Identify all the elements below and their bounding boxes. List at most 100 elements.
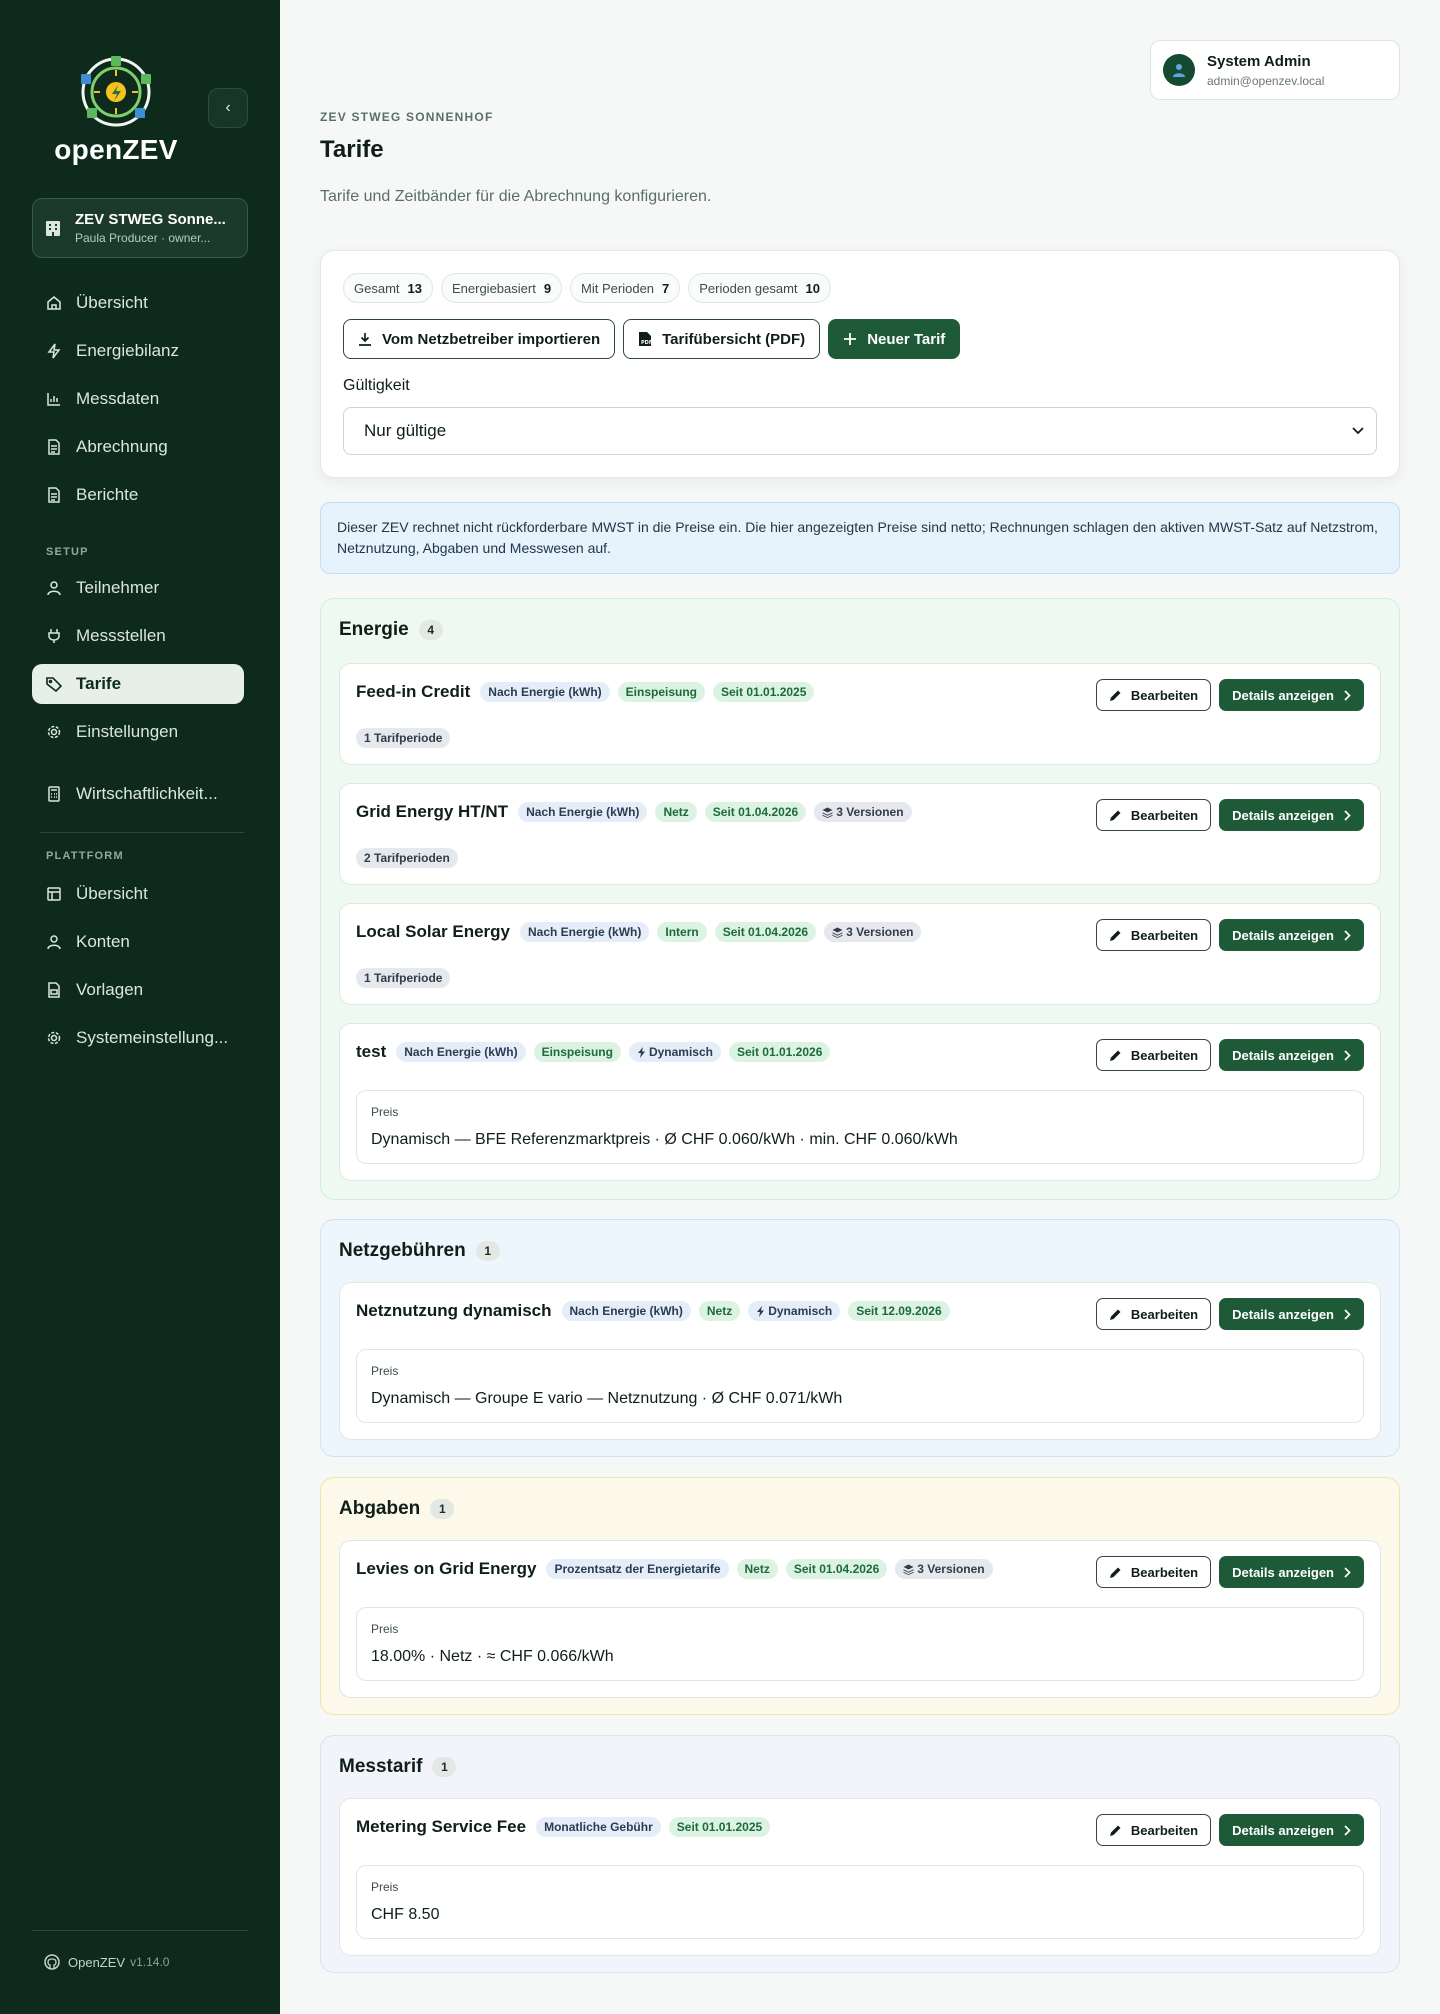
nav-item-tarife[interactable]: Tarife bbox=[32, 664, 244, 704]
layers-icon bbox=[822, 807, 833, 818]
valid-from-chip: Seit 01.04.2026 bbox=[714, 922, 817, 942]
group-header: Abgaben 1 bbox=[339, 1498, 455, 1520]
price-value: 18.00% · Netz · ≈ CHF 0.066/kWh bbox=[371, 1648, 614, 1665]
details-button[interactable]: Details anzeigen bbox=[1219, 799, 1364, 831]
new-tariff-button[interactable]: Neuer Tarif bbox=[828, 319, 961, 359]
zev-name: ZEV STWEG Sonne... bbox=[75, 211, 226, 228]
edit-button[interactable]: Bearbeiten bbox=[1095, 1298, 1212, 1330]
tariff-card: Metering Service Fee Monatliche Gebühr S… bbox=[339, 1798, 1381, 1956]
billing-type-chip: Nach Energie (kWh) bbox=[561, 1301, 691, 1321]
nav-item-energiebilanz[interactable]: Energiebilanz bbox=[32, 331, 244, 371]
nav-item-messdaten[interactable]: Messdaten bbox=[32, 379, 244, 419]
category-chip: Netz bbox=[655, 802, 697, 822]
nav-item-konten[interactable]: Konten bbox=[32, 922, 244, 962]
group-title: Netzgebühren bbox=[339, 1240, 466, 1261]
details-button[interactable]: Details anzeigen bbox=[1219, 1556, 1364, 1588]
edit-button[interactable]: Bearbeiten bbox=[1095, 679, 1212, 711]
nav-item-uebersicht[interactable]: Übersicht bbox=[32, 283, 244, 323]
nav-divider bbox=[40, 832, 244, 833]
details-button[interactable]: Details anzeigen bbox=[1219, 1298, 1364, 1330]
bolt-icon bbox=[47, 343, 61, 359]
validity-select[interactable]: Nur gültige bbox=[343, 407, 1377, 455]
chevron-right-icon bbox=[1344, 1824, 1351, 1836]
stat-total: Gesamt 13 bbox=[343, 273, 433, 303]
logo[interactable]: openZEV bbox=[52, 52, 180, 166]
logo-text: openZEV bbox=[54, 134, 178, 165]
calculator-icon bbox=[48, 786, 60, 802]
nav-item-teilnehmer[interactable]: Teilnehmer bbox=[32, 568, 244, 608]
nav-item-plattform-uebersicht[interactable]: Übersicht bbox=[32, 874, 244, 914]
edit-button[interactable]: Bearbeiten bbox=[1095, 1556, 1212, 1588]
avatar bbox=[1163, 54, 1195, 86]
stat-energy-based: Energiebasiert 9 bbox=[440, 273, 563, 303]
zev-user: Paula Producer · owner... bbox=[75, 231, 211, 245]
price-box: Preis Dynamisch — BFE Referenzmarktpreis… bbox=[356, 1090, 1364, 1164]
zev-switcher[interactable]: ZEV STWEG Sonne... Paula Producer · owne… bbox=[32, 198, 248, 258]
tariff-name: Grid Energy HT/NT bbox=[356, 802, 509, 821]
nav-item-einstellungen[interactable]: Einstellungen bbox=[32, 712, 244, 752]
details-button[interactable]: Details anzeigen bbox=[1219, 679, 1364, 711]
nav-item-systemeinstellungen[interactable]: Systemeinstellung... bbox=[32, 1018, 244, 1058]
dynamic-chip: Dynamisch bbox=[748, 1301, 841, 1321]
group-count: 4 bbox=[418, 620, 443, 640]
pdf-button[interactable]: PDF Tarifübersicht (PDF) bbox=[623, 319, 821, 359]
edit-button[interactable]: Bearbeiten bbox=[1095, 1814, 1212, 1846]
user-name: System Admin bbox=[1207, 52, 1311, 70]
tariff-name: Levies on Grid Energy bbox=[356, 1559, 537, 1578]
group-title: Messtarif bbox=[339, 1756, 423, 1777]
page-subtitle: Tarife und Zeitbänder für die Abrechnung… bbox=[320, 188, 712, 205]
versions-chip: 3 Versionen bbox=[814, 802, 912, 822]
nav-item-vorlagen[interactable]: Vorlagen bbox=[32, 970, 244, 1010]
nav-item-wirtschaftlichkeit[interactable]: Wirtschaftlichkeit... bbox=[32, 774, 244, 814]
stats-row: Gesamt 13 Energiebasiert 9 Mit Perioden 7 P… bbox=[343, 273, 832, 303]
valid-from-chip: Seit 12.09.2026 bbox=[848, 1301, 950, 1321]
filter-card: Gesamt 13 Energiebasiert 9 Mit Perioden 7 P… bbox=[320, 250, 1400, 478]
collapse-sidebar-button[interactable]: ‹ bbox=[208, 88, 248, 128]
bolt-icon bbox=[637, 1046, 645, 1058]
chevron-right-icon bbox=[1344, 1566, 1351, 1578]
period-count-chip: 1 Tarifperiode bbox=[356, 968, 451, 988]
bar-chart-icon bbox=[47, 393, 60, 406]
valid-from-chip: Seit 01.01.2025 bbox=[668, 1817, 771, 1837]
nav-item-berichte[interactable]: Berichte bbox=[32, 475, 244, 515]
tariff-name: test bbox=[356, 1042, 387, 1061]
nav-platform: Übersicht Konten Vorlagen Systemeinstell… bbox=[32, 874, 244, 1066]
document-icon bbox=[48, 487, 60, 503]
price-value: Dynamisch — Groupe E vario — Netznutzung… bbox=[371, 1390, 843, 1407]
group-count: 1 bbox=[432, 1757, 457, 1777]
nav-section-setup: SETUP bbox=[46, 546, 89, 558]
versions-chip: 3 Versionen bbox=[824, 922, 922, 942]
edit-button[interactable]: Bearbeiten bbox=[1095, 799, 1212, 831]
validity-label: Gültigkeit bbox=[343, 377, 410, 394]
nav-setup: Teilnehmer Messstellen Tarife Einstellun… bbox=[32, 568, 244, 760]
group-energie: Energie 4 Feed-in Credit Nach Energie (k… bbox=[320, 598, 1400, 1200]
template-icon bbox=[48, 982, 60, 998]
user-avatar-icon bbox=[1173, 64, 1185, 77]
edit-button[interactable]: Bearbeiten bbox=[1095, 1039, 1212, 1071]
download-icon bbox=[359, 333, 371, 346]
billing-type-chip: Nach Energie (kWh) bbox=[396, 1042, 526, 1062]
user-menu[interactable]: System Admin admin@openzev.local bbox=[1150, 40, 1400, 100]
details-button[interactable]: Details anzeigen bbox=[1219, 1039, 1364, 1071]
pencil-icon bbox=[1109, 930, 1121, 941]
details-button[interactable]: Details anzeigen bbox=[1219, 919, 1364, 951]
price-box: Preis Dynamisch — Groupe E vario — Netzn… bbox=[356, 1349, 1364, 1423]
tariff-card: Local Solar Energy Nach Energie (kWh) In… bbox=[339, 903, 1381, 1005]
import-button[interactable]: Vom Netzbetreiber importieren bbox=[343, 319, 616, 359]
pencil-icon bbox=[1109, 1309, 1121, 1320]
pencil-icon bbox=[1109, 810, 1121, 821]
user-icon bbox=[47, 935, 61, 950]
openzev-logo-icon bbox=[81, 56, 151, 127]
gear-icon bbox=[47, 725, 61, 739]
nav-item-abrechnung[interactable]: Abrechnung bbox=[32, 427, 244, 467]
edit-button[interactable]: Bearbeiten bbox=[1095, 919, 1212, 951]
plug-icon bbox=[48, 629, 60, 643]
sidebar-footer[interactable]: OpenZEV v1.14.0 bbox=[44, 1954, 169, 1970]
dynamic-chip: Dynamisch bbox=[628, 1042, 721, 1062]
group-header: Netzgebühren 1 bbox=[339, 1240, 500, 1262]
details-button[interactable]: Details anzeigen bbox=[1219, 1814, 1364, 1846]
nav-item-messstellen[interactable]: Messstellen bbox=[32, 616, 244, 656]
footer-app-name: OpenZEV bbox=[68, 1954, 126, 1970]
tariff-name: Local Solar Energy bbox=[356, 922, 510, 941]
tariff-name: Feed-in Credit bbox=[356, 682, 471, 701]
